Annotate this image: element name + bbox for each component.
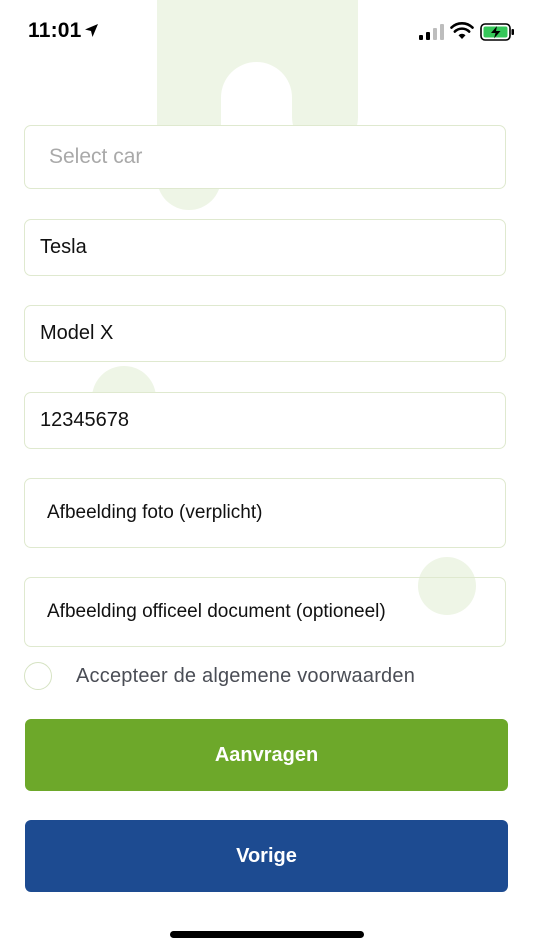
battery-charging-icon: [480, 23, 514, 41]
status-bar: 11:01: [0, 0, 534, 64]
back-button[interactable]: Vorige: [25, 820, 508, 892]
car-model-input[interactable]: [25, 306, 505, 361]
status-time: 11:01: [28, 19, 82, 42]
select-car-input[interactable]: [25, 126, 505, 188]
location-arrow-icon: [85, 24, 98, 37]
submit-button[interactable]: Aanvragen: [25, 719, 508, 791]
terms-row: Accepteer de algemene voorwaarden: [24, 660, 506, 692]
car-model-field[interactable]: [24, 305, 506, 362]
select-car-field[interactable]: [24, 125, 506, 189]
photo-upload-label: Afbeelding foto (verplicht): [47, 502, 263, 523]
license-plate-input[interactable]: [25, 393, 505, 448]
license-plate-field[interactable]: [24, 392, 506, 449]
terms-label[interactable]: Accepteer de algemene voorwaarden: [76, 665, 415, 688]
document-upload-button[interactable]: Afbeelding officeel document (optioneel): [24, 577, 506, 647]
photo-upload-button[interactable]: Afbeelding foto (verplicht): [24, 478, 506, 548]
document-upload-label: Afbeelding officeel document (optioneel): [47, 601, 386, 622]
car-brand-field[interactable]: [24, 219, 506, 276]
cellular-signal-icon: [419, 24, 444, 40]
terms-checkbox[interactable]: [24, 662, 52, 690]
home-indicator: [170, 931, 364, 938]
wifi-icon: [450, 22, 474, 39]
car-brand-input[interactable]: [25, 220, 505, 275]
